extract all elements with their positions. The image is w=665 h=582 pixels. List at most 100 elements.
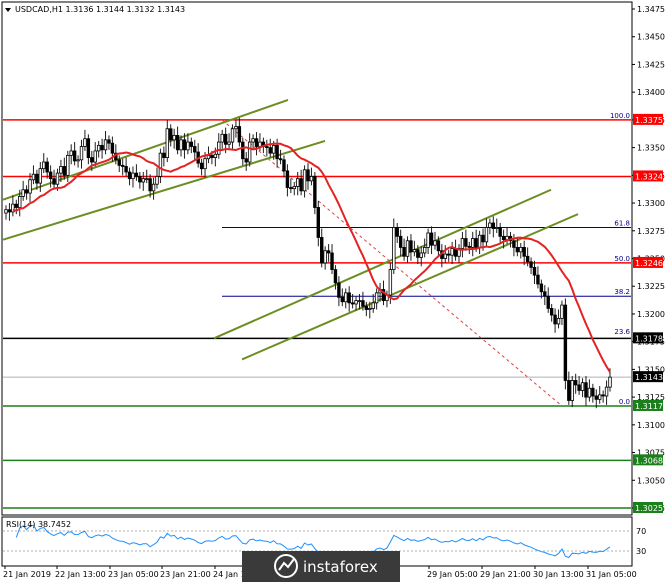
candle-body [580, 382, 585, 391]
candle-body [405, 240, 410, 257]
candle-body [577, 384, 581, 391]
price-label-support: 1.3068 [633, 454, 663, 466]
candle-body [594, 395, 598, 400]
symbol-header: USDCAD,H1 1.3136 1.3144 1.3132 1.3143 [15, 5, 185, 14]
candle-body [138, 176, 142, 183]
candle-body [148, 178, 152, 192]
candle-body [289, 187, 293, 190]
y-tick-label: 1.3200 [637, 310, 665, 319]
candle-body [145, 178, 149, 181]
candle-body [368, 307, 372, 310]
rsi-tick-30: 30 [636, 547, 646, 556]
candle-body [76, 159, 80, 162]
candle-body [546, 295, 550, 309]
candle-body [337, 282, 341, 298]
candle-body [584, 382, 588, 398]
y-tick-label: 1.3275 [637, 227, 665, 236]
price-label-text: 1.3375 [635, 116, 663, 125]
candle-body [234, 126, 238, 130]
candle-body [292, 186, 296, 190]
candle-body [127, 171, 132, 180]
candle-body [532, 266, 537, 276]
candle-body [481, 234, 485, 243]
candle-body [402, 247, 406, 257]
candle-body [409, 240, 413, 253]
candle-body [220, 133, 224, 143]
candle-body [213, 153, 218, 158]
candle-body [110, 142, 115, 154]
candle-body [313, 176, 317, 208]
candle-body [175, 135, 180, 151]
candle-body [141, 178, 145, 183]
candle-body [484, 227, 489, 243]
candle-body [227, 141, 231, 145]
candle-body [333, 269, 338, 284]
candle-body [539, 283, 544, 293]
candle-body [172, 135, 176, 141]
candle-body [536, 274, 540, 285]
candle-body [364, 305, 369, 310]
candle-body [529, 261, 533, 268]
candle-body [7, 209, 12, 213]
candle-body [210, 154, 214, 158]
rsi-tick-70: 70 [636, 527, 646, 536]
candle-body [560, 304, 564, 319]
candle-body [169, 128, 173, 141]
candle-body [306, 169, 310, 182]
price-label-text: 1.3068 [635, 456, 663, 465]
candle-body [477, 234, 482, 248]
candle-body [604, 386, 609, 397]
candle-body [392, 227, 396, 270]
candle-body [193, 146, 197, 153]
candle-body [285, 170, 290, 188]
candle-body [598, 394, 602, 400]
candle-body [573, 380, 578, 386]
candle-body [443, 253, 447, 259]
candle-body [525, 255, 530, 263]
candle-body [563, 304, 568, 381]
fib-label: 100.0 [610, 112, 630, 120]
candle-body [398, 235, 403, 248]
candle-body [103, 139, 108, 151]
candle-body [62, 166, 67, 176]
candle-body [549, 307, 554, 316]
candle-body [488, 222, 492, 228]
candle-body [433, 240, 437, 246]
candle-body [203, 158, 207, 170]
x-tick-label: 29 Jan 21:00 [480, 570, 531, 579]
candle-body [251, 138, 255, 143]
candle-body [450, 248, 454, 256]
candle-body [244, 158, 248, 163]
candle-body [522, 247, 526, 257]
price-label-text: 1.3324 [635, 172, 663, 181]
candle-body [230, 128, 235, 143]
plot-frame [1, 1, 633, 516]
candle-body [134, 172, 139, 177]
y-tick-label: 1.3350 [637, 144, 665, 153]
candle-body [86, 138, 91, 158]
candle-body [120, 164, 125, 167]
candle-body [426, 232, 430, 248]
candle-body [14, 203, 18, 208]
candle-body [416, 249, 420, 258]
candle-body [591, 387, 595, 397]
price-label-resistance: 1.3375 [633, 113, 663, 125]
candle-body [48, 171, 53, 180]
candle-body [464, 238, 468, 247]
candle-body [31, 173, 36, 181]
candle [563, 298, 568, 390]
price-label-text: 1.3143 [635, 373, 663, 382]
candle-body [354, 300, 358, 305]
candle-body [471, 238, 475, 248]
candle-body [45, 161, 49, 173]
candle-body [543, 291, 547, 297]
candle-body [79, 146, 84, 161]
candle-body [275, 144, 279, 160]
candle-body [395, 227, 399, 237]
x-tick-label: 21 Jan 2019 [3, 570, 51, 579]
candle-body [155, 176, 159, 185]
x-tick-label: 22 Jan 13:00 [55, 570, 106, 579]
candle-body [412, 249, 417, 253]
candle-body [491, 222, 496, 229]
x-tick-label: 23 Jan 05:00 [108, 570, 159, 579]
